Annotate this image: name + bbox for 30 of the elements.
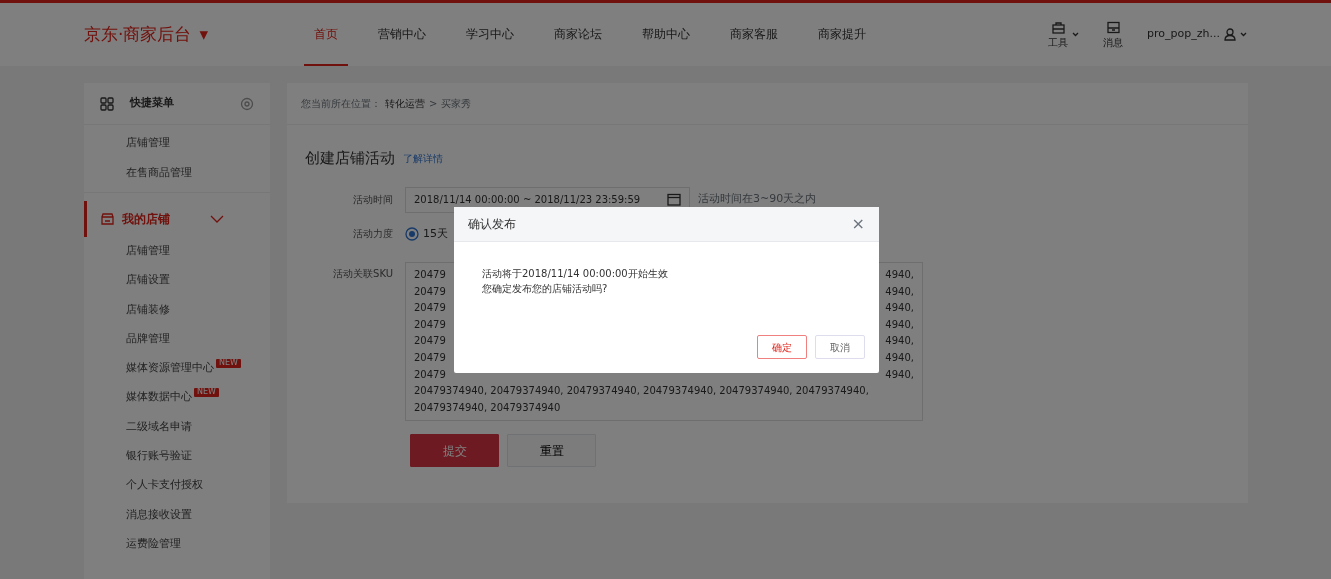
sku-text: 4940,	[885, 284, 914, 299]
field-label: 活动时间	[352, 193, 394, 207]
sku-text: 4940,	[885, 301, 914, 316]
menu-title: 快捷菜单	[130, 95, 174, 112]
sku-text: 20479	[414, 317, 446, 332]
breadcrumb-item: 买家秀	[441, 97, 472, 111]
sku-text: 20479	[414, 367, 446, 382]
dialog-title: 确认发布	[468, 216, 516, 233]
page-title: 创建店铺活动	[305, 148, 395, 169]
sku-text: 20479	[414, 301, 446, 316]
sku-text: 20479	[414, 334, 446, 349]
sku-text: 20479	[414, 268, 446, 282]
sku-text: 20479374940, 20479374940, 20479374940, 20479374940, 20479374940, 20479374940,	[414, 384, 869, 399]
radio-label: 15天	[423, 225, 448, 242]
sku-text: 4940,	[885, 268, 914, 282]
sku-text: 20479374940, 20479374940	[414, 400, 561, 415]
breadcrumb-separator: >	[429, 97, 438, 111]
sku-text: 20479	[414, 284, 446, 299]
breadcrumb-label: 您当前所在位置：	[301, 97, 381, 111]
dialog-message: 活动将于2018/11/14 00:00:00开始生效 您确定发布您的店铺活动吗?	[481, 267, 669, 296]
tool-label: 工具	[1048, 38, 1069, 48]
sku-text: 4940,	[885, 350, 914, 365]
field-label: 活动力度	[352, 227, 394, 242]
hint-text: 活动时间在3~90天之内	[698, 191, 817, 208]
sku-text: 4940,	[885, 317, 914, 332]
field-label: 活动关联SKU	[332, 267, 394, 281]
sku-text: 4940,	[885, 367, 914, 382]
tool-label: 消息	[1103, 38, 1124, 48]
sku-text: 20479	[414, 350, 446, 365]
sku-text: 4940,	[885, 334, 914, 349]
